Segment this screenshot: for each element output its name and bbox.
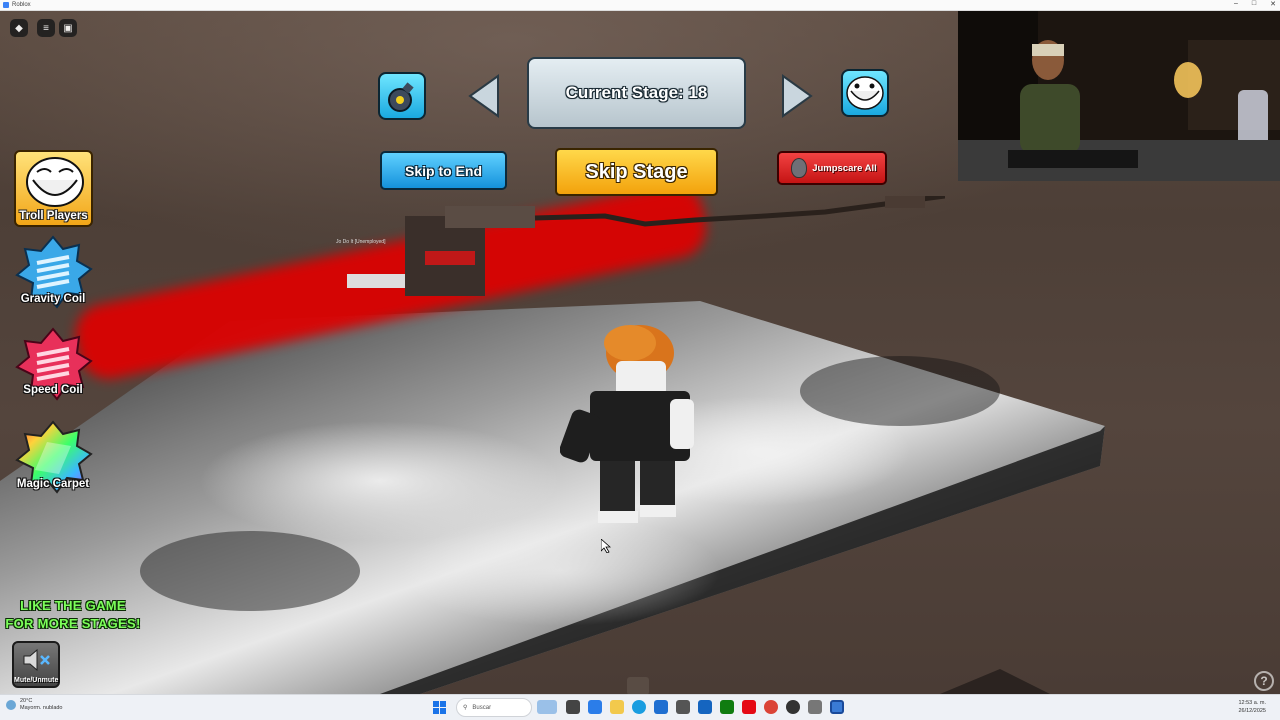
- xbox-icon[interactable]: [720, 700, 734, 714]
- skip-to-end-button[interactable]: Skip to End: [380, 151, 507, 190]
- previous-stage-arrow-icon[interactable]: [466, 74, 502, 118]
- windows-taskbar: 20°C Mayorm. nublado ⚲ Buscar 12:53 a. m…: [0, 694, 1280, 720]
- vscode-icon[interactable]: [698, 700, 712, 714]
- roblox-app-icon: [3, 2, 9, 8]
- chrome-icon[interactable]: [764, 700, 778, 714]
- weather-icon: [6, 700, 16, 710]
- promo-line-1: LIKE THE GAME: [20, 598, 126, 613]
- hamburger-icon: ≡: [43, 22, 49, 34]
- roblox-logo-button[interactable]: ◆: [10, 19, 28, 37]
- weather-temp: 20°C: [20, 698, 33, 704]
- camera-icon: [627, 677, 649, 694]
- skip-to-end-label: Skip to End: [405, 162, 482, 179]
- clock-time: 12:53 a. m.: [1238, 700, 1266, 706]
- netflix-icon[interactable]: [742, 700, 756, 714]
- mouse-cursor: [601, 539, 611, 553]
- task-view-icon[interactable]: [566, 700, 580, 714]
- promo-line-2: FOR MORE STAGES!: [5, 616, 141, 631]
- scary-face-icon: [791, 158, 808, 178]
- webcam-overlay: [958, 0, 1280, 181]
- menu-button[interactable]: ≡: [37, 19, 55, 37]
- speaker-muted-icon: [23, 648, 50, 672]
- speed-coil-label: Speed Coil: [23, 384, 83, 396]
- weather-widget[interactable]: 20°C Mayorm. nublado: [6, 698, 63, 712]
- window-titlebar: Roblox – □ ✕: [0, 0, 1280, 11]
- speed-coil-button[interactable]: Speed Coil: [10, 327, 96, 407]
- maximize-icon[interactable]: □: [1252, 0, 1256, 8]
- distant-obstacles: [347, 196, 945, 296]
- minimize-icon[interactable]: –: [1234, 0, 1238, 8]
- bomb-button[interactable]: [378, 72, 426, 120]
- start-button[interactable]: [433, 701, 446, 714]
- magic-carpet-label: Magic Carpet: [16, 478, 90, 490]
- promo-text: LIKE THE GAME FOR MORE STAGES!: [0, 597, 146, 633]
- widgets-icon[interactable]: [537, 700, 557, 714]
- roblox-taskbar-icon[interactable]: [830, 700, 844, 714]
- clock-date: 26/12/2025: [1238, 708, 1266, 714]
- roblox-logo-icon: ◆: [15, 22, 23, 34]
- current-stage-display: Current Stage: 18: [527, 57, 746, 129]
- search-icon: ⚲: [463, 705, 468, 711]
- search-placeholder: Buscar: [472, 704, 492, 711]
- window-controls: – □ ✕: [1234, 0, 1276, 8]
- mute-unmute-label: Mute/Unmute: [14, 677, 59, 684]
- troll-players-button[interactable]: Troll Players: [14, 150, 93, 227]
- troll-players-label: Troll Players: [19, 210, 88, 222]
- help-icon[interactable]: ?: [1254, 671, 1274, 691]
- player-avatar: [560, 325, 694, 523]
- troll-face-icon: [26, 157, 84, 207]
- troll-face-button[interactable]: [841, 69, 889, 117]
- chat-button[interactable]: ▣: [59, 19, 77, 37]
- magic-carpet-button[interactable]: Magic Carpet: [10, 420, 96, 500]
- app-icon[interactable]: [676, 700, 690, 714]
- window-title: Roblox: [12, 2, 31, 8]
- store-icon[interactable]: [654, 700, 668, 714]
- next-stage-arrow-icon[interactable]: [779, 74, 815, 118]
- troll-face-icon: [846, 76, 884, 110]
- bomb-icon: [388, 82, 414, 112]
- current-stage-label: Current Stage: 18: [565, 83, 708, 102]
- taskbar-search[interactable]: ⚲ Buscar: [456, 698, 532, 717]
- jumpscare-all-label: Jumpscare All: [812, 162, 877, 174]
- edge-icon[interactable]: [632, 700, 646, 714]
- skip-stage-button[interactable]: Skip Stage: [555, 148, 718, 196]
- gravity-coil-label: Gravity Coil: [20, 293, 86, 305]
- app-icon-2[interactable]: [808, 700, 822, 714]
- obs-icon[interactable]: [786, 700, 800, 714]
- weather-desc: Mayorm. nublado: [20, 705, 63, 711]
- player-nameplate: Jo Do It [Unemployed]: [336, 239, 386, 245]
- copilot-icon[interactable]: [588, 700, 602, 714]
- mute-unmute-button[interactable]: Mute/Unmute: [12, 641, 60, 688]
- gravity-coil-button[interactable]: Gravity Coil: [10, 235, 96, 315]
- chat-icon: ▣: [63, 22, 73, 34]
- system-clock[interactable]: 12:53 a. m. 26/12/2025: [1238, 699, 1266, 715]
- file-explorer-icon[interactable]: [610, 700, 624, 714]
- close-icon[interactable]: ✕: [1270, 0, 1276, 8]
- jumpscare-all-button[interactable]: Jumpscare All: [777, 151, 887, 185]
- skip-stage-label: Skip Stage: [585, 160, 688, 183]
